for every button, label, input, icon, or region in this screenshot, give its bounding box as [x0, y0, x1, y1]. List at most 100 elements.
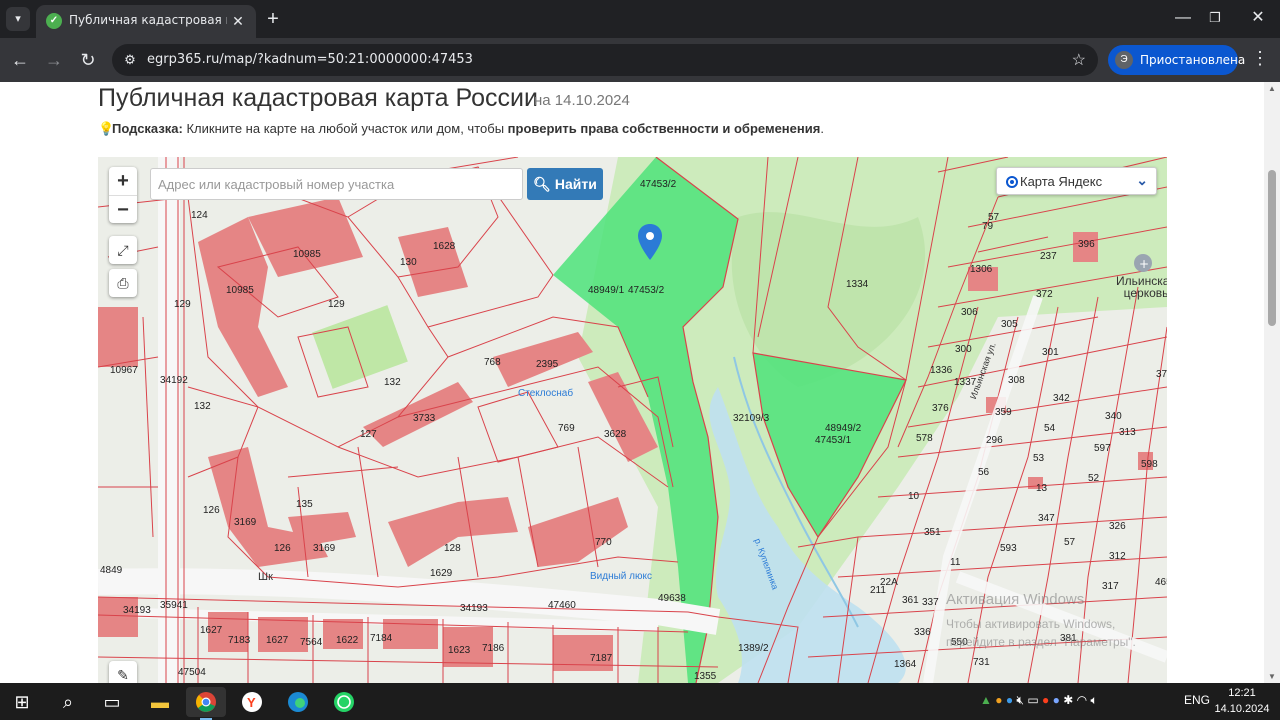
parcel-number: 48949/1	[588, 285, 625, 296]
search-input[interactable]	[150, 168, 523, 200]
search-icon[interactable]: ⌕	[48, 687, 88, 717]
parcel-number: 32109/3	[733, 413, 770, 424]
parcel-number: 10985	[226, 285, 254, 296]
chevron-down-icon[interactable]: ⌄	[1136, 172, 1148, 189]
parcel-number: 47453/2	[640, 179, 677, 190]
speaker-icon[interactable]: 🔈︎	[1090, 693, 1097, 707]
whatsapp-icon[interactable]	[324, 687, 364, 717]
chrome-icon[interactable]	[186, 687, 226, 720]
task-view-icon[interactable]: ▭	[92, 687, 132, 717]
cadastral-map[interactable]: + 47453/2 48949/1 47453/2 1334 32109/3 48949/…	[98, 157, 1167, 683]
new-tab-icon[interactable]: +	[262, 8, 284, 30]
parcel-number: 56	[978, 467, 990, 478]
parcel-number: 396	[1078, 239, 1095, 250]
location-pin-icon[interactable]	[638, 224, 662, 265]
parcel-number: 126	[274, 543, 291, 554]
forward-icon[interactable]: →	[42, 48, 66, 72]
scroll-up-icon[interactable]: ▲	[1268, 84, 1276, 93]
layer-radio[interactable]	[1006, 176, 1018, 188]
hint-end: .	[820, 121, 824, 136]
parcel-number: 3628	[604, 429, 627, 440]
parcel-number: 34193	[123, 605, 151, 616]
drive-icon[interactable]: ▲	[980, 693, 992, 707]
page-content: Публичная кадастровая карта России на 14…	[0, 82, 1280, 683]
parcel-number: 54	[1044, 423, 1056, 434]
tab-close-icon[interactable]: ✕	[228, 11, 248, 31]
yandex-browser-icon[interactable]: Y	[232, 687, 272, 717]
parcel-number: 11	[950, 557, 961, 568]
parcel-number: 770	[595, 537, 612, 548]
hint-body: Кликните на карте на любой участок или д…	[182, 121, 508, 136]
parcel-number: 1389/2	[738, 643, 769, 654]
more-menu-icon[interactable]: ⋮	[1250, 48, 1270, 69]
parcel-number: 127	[360, 429, 377, 440]
parcel-number: 305	[1001, 319, 1018, 330]
zoom-out-button[interactable]: −	[109, 195, 137, 223]
parcel-number: 313	[1119, 427, 1136, 438]
address-bar[interactable]: ⚙ egrp365.ru/map/?kadnum=50:21:0000000:4…	[112, 44, 1098, 76]
parcel-number: 135	[296, 499, 313, 510]
zoom-in-button[interactable]: +	[109, 167, 137, 195]
site-info-icon[interactable]: ⚙	[122, 52, 138, 68]
fullscreen-icon[interactable]: ⤢	[109, 236, 137, 264]
file-explorer-icon[interactable]: ▬	[140, 687, 180, 717]
parcel-number: 47453/1	[815, 435, 852, 446]
ruler-icon[interactable]: ✎	[109, 661, 137, 683]
scroll-down-icon[interactable]: ▼	[1268, 672, 1276, 681]
page-scrollbar[interactable]: ▲ ▼	[1264, 82, 1280, 683]
parcel-number: 128	[444, 543, 461, 554]
restore-icon[interactable]: ❐	[1200, 6, 1230, 30]
browser-tab[interactable]: ✓ Публичная кадастровая карт ✕	[36, 5, 256, 38]
tab-search-icon[interactable]: ▾	[6, 7, 30, 31]
window-close-icon[interactable]: ✕	[1243, 6, 1273, 30]
parcel-number: 13	[1036, 483, 1048, 494]
url-text[interactable]: egrp365.ru/map/?kadnum=50:21:0000000:474…	[147, 52, 473, 67]
place-label: Ильинская церковь	[1116, 274, 1167, 300]
bluetooth-icon[interactable]: ✱	[1063, 693, 1073, 707]
minimize-icon[interactable]: —	[1168, 6, 1198, 30]
print-icon[interactable]: ⎙	[109, 269, 137, 297]
parcel-number: 598	[1141, 459, 1158, 470]
zoom-control: + −	[109, 167, 137, 223]
parcel-number: 3169	[313, 543, 336, 554]
yandex-tray-icon[interactable]: ●	[1042, 693, 1049, 707]
parcel-number: 301	[1042, 347, 1059, 358]
parcel-number: 1336	[930, 365, 953, 376]
clock-date: 14.10.2024	[1214, 703, 1270, 715]
parcel-number: 312	[1109, 551, 1126, 562]
parcel-number: 7184	[370, 633, 393, 644]
edge-icon[interactable]	[278, 687, 318, 717]
app-tray-icon[interactable]: ●	[995, 693, 1002, 707]
scroll-thumb[interactable]	[1268, 170, 1276, 326]
parcel-number: 337	[922, 597, 939, 608]
start-icon[interactable]: ⊞	[2, 687, 42, 717]
battery-icon[interactable]: ▭	[1027, 693, 1038, 707]
map-layer-select[interactable]: Карта Яндекс ⌄	[996, 167, 1157, 195]
avatar: Э	[1115, 51, 1133, 69]
place-label: Стеклоснаб	[518, 388, 574, 399]
system-clock[interactable]: 12:21 14.10.2024	[1212, 685, 1272, 717]
browser-tab-bar: ▾ ✓ Публичная кадастровая карт ✕ + — ❐ ✕	[0, 0, 1280, 38]
search-button[interactable]: 🔍︎ Найти	[527, 168, 603, 200]
parcel-number: 2395	[536, 359, 559, 370]
clock-time: 12:21	[1228, 687, 1256, 699]
windows-activation-title: Активация Windows	[946, 591, 1085, 608]
place-label: Шк	[258, 571, 273, 583]
back-icon[interactable]: ←	[8, 48, 32, 72]
windows-taskbar: ⊞ ⌕ ▭ ▬ Y ▲ ● ● 🔇︎ ▭ ● ● ✱ ◠ 🔈︎ ENG 12:2…	[0, 683, 1280, 720]
layer-label: Карта Яндекс	[1020, 174, 1103, 189]
network-app-icon[interactable]: ●	[1006, 693, 1013, 707]
bookmark-star-icon[interactable]: ☆	[1072, 50, 1086, 70]
parcel-number: 124	[191, 210, 208, 221]
parcel-number: 372	[1036, 289, 1053, 300]
tray-icons[interactable]: ▲ ● ● 🔇︎ ▭ ● ● ✱ ◠ 🔈︎	[980, 693, 1098, 708]
notification-app-icon[interactable]: ●	[1053, 693, 1060, 707]
wifi-icon[interactable]: ◠	[1077, 693, 1087, 707]
profile-button[interactable]: Э Приостановлена	[1108, 45, 1245, 75]
parcel-number: 578	[916, 433, 933, 444]
parcel-number: 371	[1156, 369, 1167, 380]
language-indicator[interactable]: ENG	[1184, 693, 1210, 707]
parcel-number: 3169	[234, 517, 257, 528]
reload-icon[interactable]: ↻	[76, 48, 100, 72]
volume-mute-icon[interactable]: 🔇︎	[1016, 693, 1024, 707]
